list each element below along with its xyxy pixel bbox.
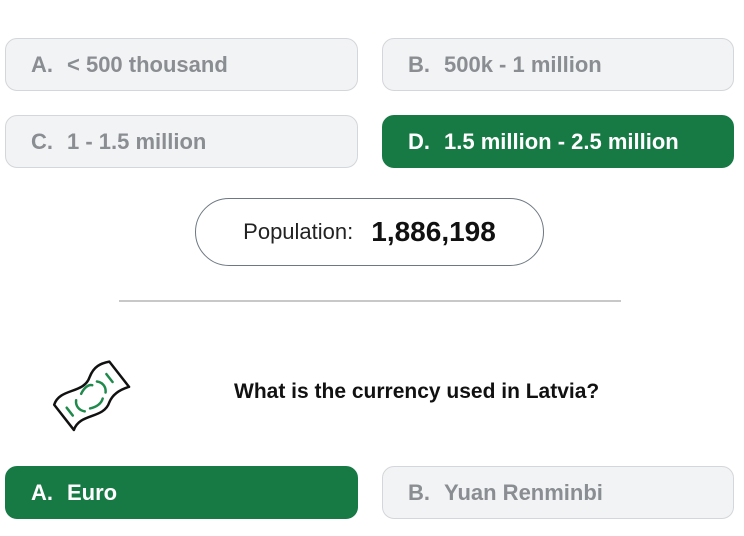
option-text: Yuan Renminbi (444, 479, 603, 505)
answer-option-a-correct[interactable]: A. Euro (5, 466, 358, 519)
option-text: 500k - 1 million (444, 51, 602, 77)
answer-option-b[interactable]: B. 500k - 1 million (382, 38, 734, 91)
population-badge: Population: 1,886,198 (195, 198, 544, 266)
option-text: 1.5 million - 2.5 million (444, 128, 679, 154)
option-letter: B. (408, 51, 430, 77)
option-letter: A. (31, 51, 53, 77)
option-text: 1 - 1.5 million (67, 128, 207, 154)
answer-option-c[interactable]: C. 1 - 1.5 million (5, 115, 358, 168)
option-letter: C. (31, 128, 53, 154)
question-text: What is the currency used in Latvia? (234, 380, 600, 403)
option-text: < 500 thousand (67, 51, 228, 77)
answer-option-b[interactable]: B. Yuan Renminbi (382, 466, 734, 519)
option-letter: D. (408, 128, 430, 154)
population-label: Population: (243, 219, 354, 244)
option-letter: A. (31, 479, 53, 505)
option-letter: B. (408, 479, 430, 505)
quiz-screen: A. < 500 thousand B. 500k - 1 million C.… (0, 0, 744, 536)
section-divider (119, 300, 621, 302)
option-text: Euro (67, 479, 118, 505)
answer-option-a[interactable]: A. < 500 thousand (5, 38, 358, 91)
population-value: 1,886,198 (371, 216, 496, 247)
answer-option-d-correct[interactable]: D. 1.5 million - 2.5 million (382, 115, 734, 168)
money-banknote-icon (46, 350, 136, 440)
